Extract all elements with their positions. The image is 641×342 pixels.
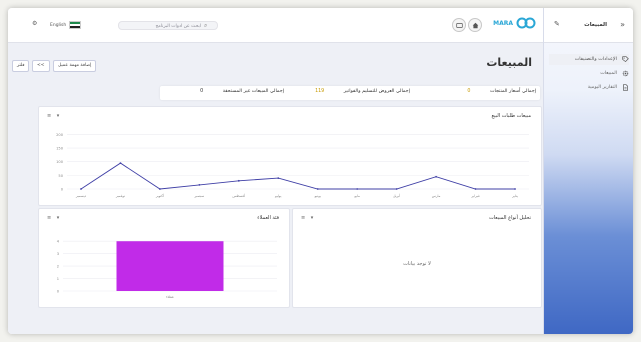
logo-icon bbox=[516, 17, 536, 29]
x-tick-label: مايو bbox=[353, 194, 360, 198]
collapse-button[interactable]: << bbox=[32, 60, 50, 72]
y-tick-label: 4 bbox=[57, 240, 60, 244]
x-tick-label: نوفمبر bbox=[115, 194, 125, 198]
data-point bbox=[395, 188, 398, 190]
summary-label: إجمالي العروض للتسليم والفواتير bbox=[343, 89, 410, 94]
chart-menu-icon[interactable]: ≡ ▾ bbox=[301, 215, 315, 221]
gear-icon bbox=[621, 70, 629, 78]
bar-chart: 0 1 2 3 4 عملاء bbox=[57, 240, 277, 299]
series-line bbox=[80, 162, 515, 190]
summary-total-prices[interactable]: إجمالي أسعار المنتجات 0 bbox=[467, 89, 536, 94]
data-point bbox=[514, 188, 516, 190]
summary-bar: إجمالي أسعار المنتجات 0 إجمالي العروض لل… bbox=[160, 86, 540, 100]
message-icon[interactable] bbox=[452, 18, 466, 32]
data-point bbox=[316, 188, 319, 190]
sidebar-item-label: الإعدادات والتصنيفات bbox=[574, 57, 617, 62]
x-tick-label: أبريل bbox=[393, 193, 400, 198]
sidebar-item-label: المبيعات bbox=[600, 71, 617, 76]
x-tick-label: سبتمبر bbox=[193, 194, 204, 198]
summary-value: 0 bbox=[200, 89, 204, 94]
double-chevron-icon[interactable]: » bbox=[620, 20, 625, 29]
sidebar-item-sales[interactable]: المبيعات bbox=[549, 68, 629, 79]
data-point bbox=[159, 188, 161, 190]
search-input[interactable]: ابحث عن ادوات البرنامج bbox=[118, 21, 218, 30]
summary-value: 0 bbox=[467, 89, 471, 94]
flag-icon bbox=[69, 21, 82, 29]
x-tick-label: يونيو bbox=[314, 194, 321, 198]
y-tick-label: 100 bbox=[56, 160, 64, 164]
y-tick-label: 50 bbox=[58, 174, 63, 178]
x-tick-label: أكتوبر bbox=[155, 193, 164, 198]
main-area: ⚙ English ابحث عن ادوات البرنامج ⌕ MARA bbox=[8, 8, 544, 334]
brand-logo[interactable]: MARA bbox=[493, 17, 536, 29]
summary-label: إجمالي المبيعات غير المستحقة bbox=[222, 89, 284, 94]
x-tick-label: مارس bbox=[432, 194, 441, 198]
language-selector[interactable]: English bbox=[50, 21, 82, 29]
app-window: ⚙ English ابحث عن ادوات البرنامج ⌕ MARA bbox=[8, 8, 633, 334]
language-label: English bbox=[50, 22, 67, 28]
data-point bbox=[474, 188, 477, 190]
x-tick-label: أغسطس bbox=[232, 193, 245, 198]
page-title: المبيعات bbox=[486, 56, 532, 69]
sidebar-item-settings[interactable]: الإعدادات والتصنيفات bbox=[549, 54, 629, 65]
y-tick-label: 0 bbox=[57, 290, 60, 294]
x-tick-label: يناير bbox=[511, 194, 518, 198]
filter-button[interactable]: فلتر bbox=[12, 60, 30, 72]
x-tick-label: يوليو bbox=[274, 194, 282, 198]
document-icon bbox=[621, 84, 629, 92]
sidebar-item-label: التقارير اليومية bbox=[587, 85, 617, 90]
x-tick-label: فبراير bbox=[470, 194, 480, 198]
sidebar-item-reports[interactable]: التقارير اليومية bbox=[549, 82, 629, 93]
data-point bbox=[80, 188, 82, 190]
summary-label: إجمالي أسعار المنتجات bbox=[489, 89, 536, 94]
sidebar-header: ✎ المبيعات » bbox=[544, 8, 633, 43]
pie-chart-card: تحليل أنواع المبيعات ≡ ▾ لا توجد بيانات bbox=[292, 208, 542, 308]
page-header: المبيعات فلتر << إضافة مهمة عميل bbox=[8, 44, 544, 78]
home-icon[interactable] bbox=[468, 18, 482, 32]
x-tick-label: عملاء bbox=[166, 295, 174, 299]
bar-chart-card: فئة العملاء ≡ ▾ 0 1 2 3 4 عملاء bbox=[38, 208, 290, 308]
sidebar: ✎ المبيعات » الإعدادات والتصنيفات المبيع… bbox=[543, 8, 633, 334]
line-chart: 0 50 100 150 200 يناير فبراير مارس أبريل مايو يوني… bbox=[56, 133, 529, 198]
bar bbox=[116, 241, 224, 291]
tag-icon bbox=[621, 56, 629, 64]
pencil-icon[interactable]: ✎ bbox=[554, 20, 560, 28]
brand-name: MARA bbox=[493, 19, 513, 27]
top-bar: ⚙ English ابحث عن ادوات البرنامج ⌕ MARA bbox=[8, 8, 544, 43]
no-data-text: لا توجد بيانات bbox=[403, 261, 431, 267]
data-point bbox=[237, 179, 240, 182]
data-point bbox=[198, 184, 201, 186]
line-chart-card: مبيعات طلبات البيع ≡ ▾ 0 50 100 150 200 يناير… bbox=[38, 106, 542, 206]
search-icon: ⌕ bbox=[204, 22, 208, 29]
pie-chart-title: تحليل أنواع المبيعات bbox=[489, 215, 531, 221]
y-tick-label: 3 bbox=[57, 252, 59, 256]
y-tick-label: 0 bbox=[61, 188, 64, 192]
y-tick-label: 150 bbox=[56, 147, 64, 151]
y-tick-label: 1 bbox=[57, 277, 59, 281]
add-task-button[interactable]: إضافة مهمة عميل bbox=[53, 60, 97, 72]
settings-icon[interactable]: ⚙ bbox=[32, 20, 37, 27]
data-point bbox=[277, 177, 280, 179]
x-tick-label: ديسمبر bbox=[75, 194, 87, 198]
summary-unpaid[interactable]: إجمالي المبيعات غير المستحقة 0 bbox=[200, 89, 284, 94]
sidebar-title: المبيعات bbox=[584, 22, 607, 28]
summary-value: 119 bbox=[315, 89, 325, 94]
y-tick-label: 200 bbox=[56, 133, 64, 137]
summary-offers[interactable]: إجمالي العروض للتسليم والفواتير 119 bbox=[315, 89, 410, 94]
data-point bbox=[356, 188, 359, 190]
y-tick-label: 2 bbox=[57, 265, 59, 269]
data-point bbox=[435, 175, 437, 178]
data-point bbox=[119, 162, 122, 164]
